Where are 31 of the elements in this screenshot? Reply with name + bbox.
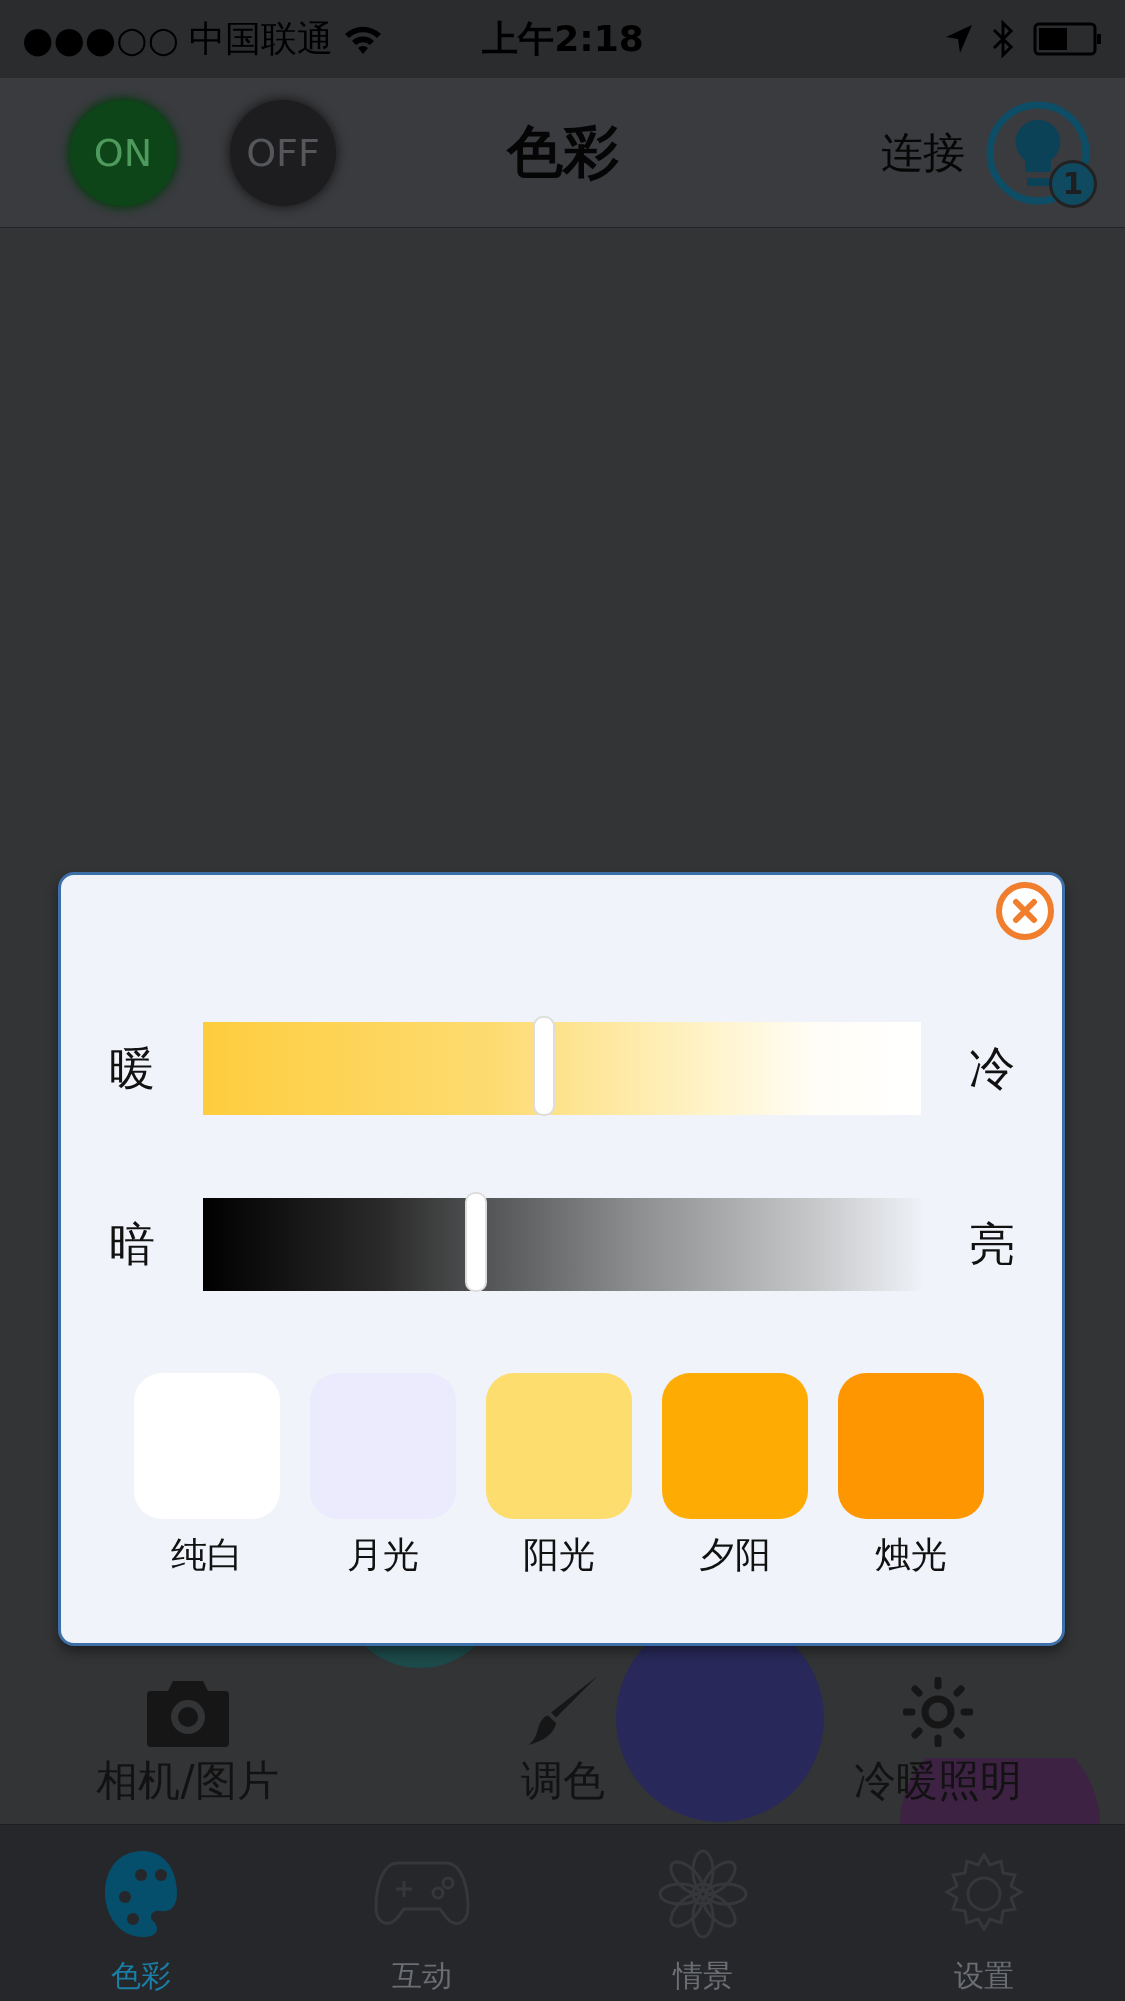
color-swatch[interactable] <box>486 1373 632 1519</box>
preset-label: 烛光 <box>875 1533 947 1577</box>
battery-icon <box>1033 22 1103 56</box>
slider-label: 冷 <box>967 1039 1016 1097</box>
slider-thumb[interactable] <box>464 1192 487 1292</box>
on-button[interactable]: ON <box>70 99 176 206</box>
tab[interactable]: 互动 <box>281 1825 563 2001</box>
preset-label: 夕阳 <box>699 1533 771 1577</box>
slider-thumb[interactable] <box>533 1016 556 1116</box>
preset-label: 月光 <box>347 1533 419 1577</box>
tab[interactable]: 设置 <box>843 1825 1125 2001</box>
off-button[interactable]: OFF <box>230 99 336 206</box>
color-swatch[interactable] <box>662 1373 808 1519</box>
page-title: 色彩 <box>506 118 619 184</box>
close-icon[interactable] <box>995 881 1055 941</box>
tab[interactable]: 情景 <box>562 1825 844 2001</box>
location-arrow-icon <box>945 24 973 54</box>
color-swatch[interactable] <box>838 1373 984 1519</box>
device-count-badge: 1 <box>1049 159 1097 208</box>
bluetooth-icon <box>991 19 1015 59</box>
connect-label: 连接 <box>881 126 965 179</box>
camera-icon <box>146 1679 229 1747</box>
signal-strength: ●●●○○ <box>22 18 180 60</box>
slider-label: 暗 <box>108 1215 156 1273</box>
slider-label: 暖 <box>108 1039 156 1097</box>
palette-icon <box>102 1849 179 1939</box>
slider-label: 亮 <box>967 1215 1016 1273</box>
sun-icon <box>902 1677 973 1747</box>
preset-label: 阳光 <box>523 1533 595 1577</box>
tab[interactable]: 色彩 <box>0 1825 282 2001</box>
preset-label: 纯白 <box>171 1533 243 1577</box>
